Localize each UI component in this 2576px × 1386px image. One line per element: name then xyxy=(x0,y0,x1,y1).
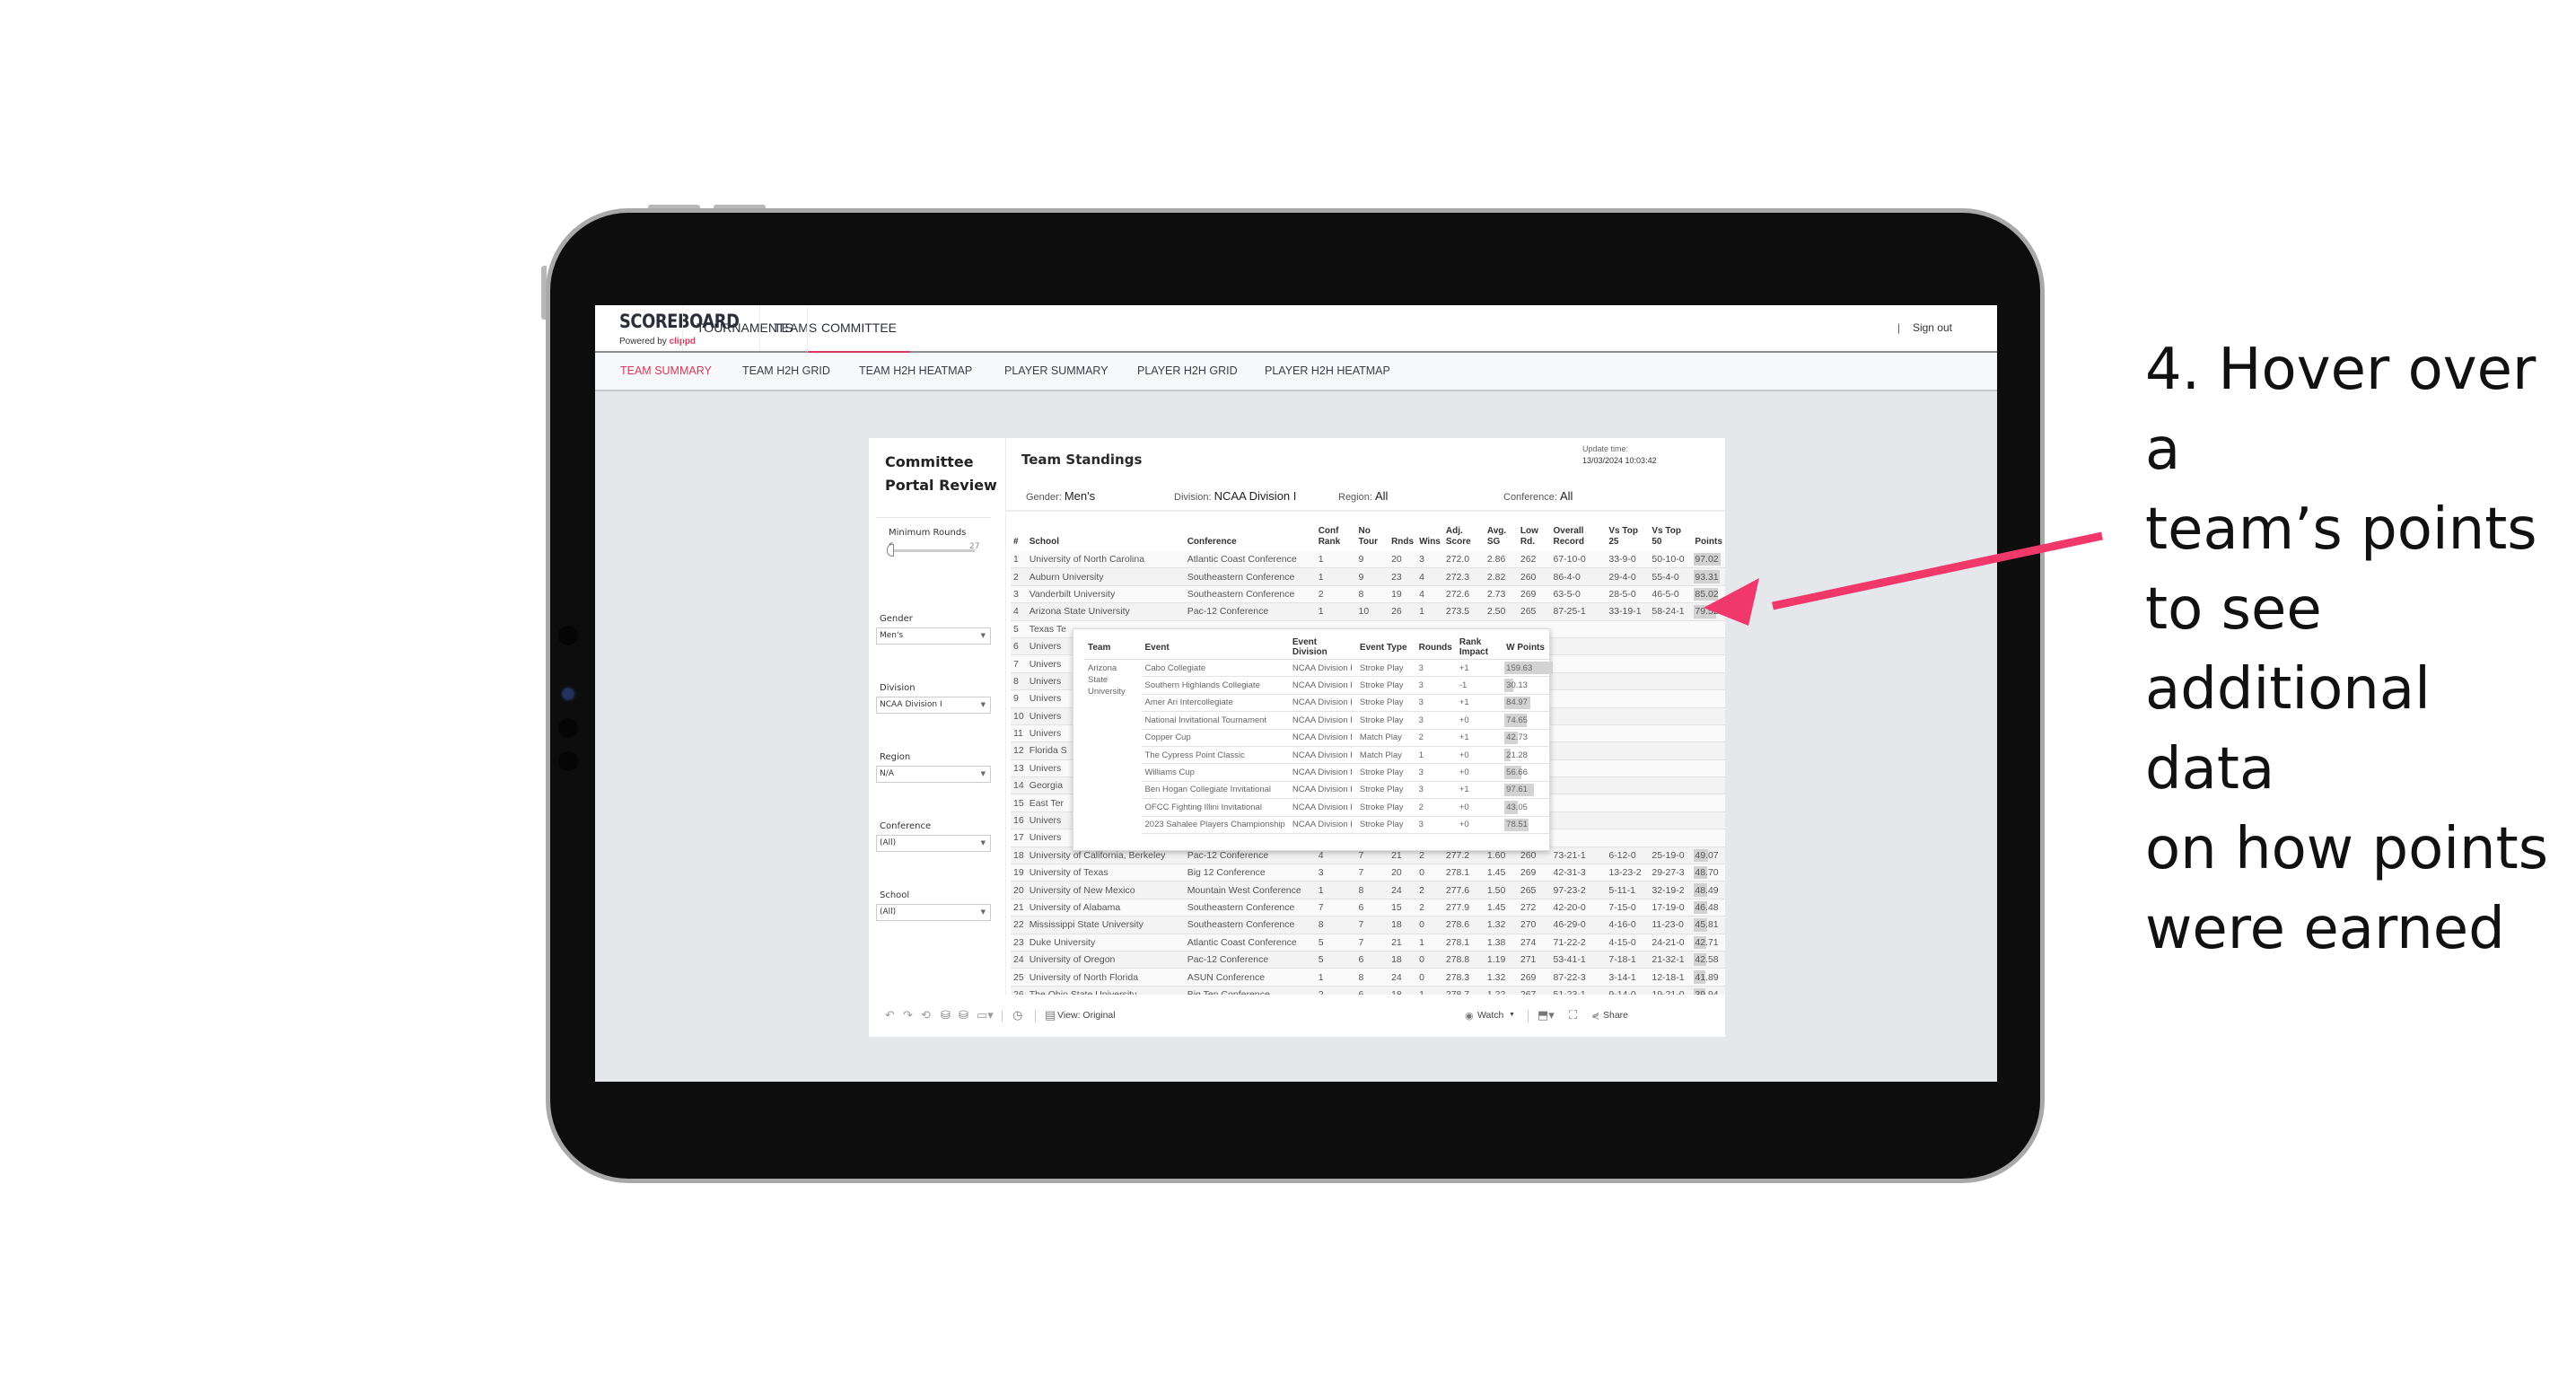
arrow-head xyxy=(1704,578,1759,626)
annotation-arrow xyxy=(1704,531,2103,626)
arrow-shaft xyxy=(1772,531,2103,610)
